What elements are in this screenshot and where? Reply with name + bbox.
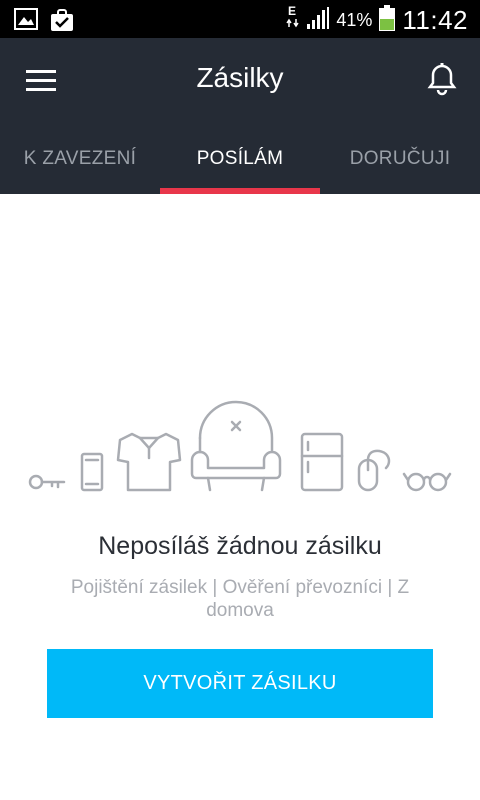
empty-state-subtitle: Pojištění zásilek | Ověření převozníci |… [70, 577, 410, 621]
status-left-icons [14, 8, 74, 37]
fridge-icon [300, 432, 344, 492]
svg-text:E: E [288, 4, 296, 18]
empty-state-illustration [28, 400, 452, 492]
notifications-button[interactable] [422, 60, 462, 100]
app-bar: Zásilky [0, 38, 480, 124]
shopping-bag-check-icon [50, 8, 74, 37]
battery-icon [378, 4, 396, 37]
main-content: Neposíláš žádnou zásilku Pojištění zásil… [0, 194, 480, 800]
battery-percent: 41% [336, 10, 373, 30]
phone-icon [80, 452, 104, 492]
bell-icon [427, 63, 457, 96]
status-right: E 41% 11:42 [286, 3, 468, 38]
gallery-icon [14, 8, 38, 37]
signal-icon [306, 6, 330, 35]
mouse-icon [357, 449, 391, 492]
tab-bar: K ZAVEZENÍ POSÍLÁM DORUČUJI [0, 124, 480, 194]
glasses-icon [402, 472, 452, 492]
data-transfer-icon: E [286, 3, 300, 38]
tab-k-zavezeni[interactable]: K ZAVEZENÍ [0, 124, 160, 194]
status-bar: E 41% 11:42 [0, 0, 480, 38]
key-icon [28, 474, 66, 490]
tab-posilam[interactable]: POSÍLÁM [160, 124, 320, 194]
empty-state-title: Neposíláš žádnou zásilku [98, 532, 382, 560]
create-shipment-button[interactable]: VYTVOŘIT ZÁSILKU [47, 649, 433, 718]
page-title: Zásilky [196, 62, 284, 93]
status-time: 11:42 [402, 5, 468, 35]
shirt-icon [116, 432, 182, 492]
tab-dorucuji[interactable]: DORUČUJI [320, 124, 480, 194]
armchair-icon [190, 400, 282, 492]
